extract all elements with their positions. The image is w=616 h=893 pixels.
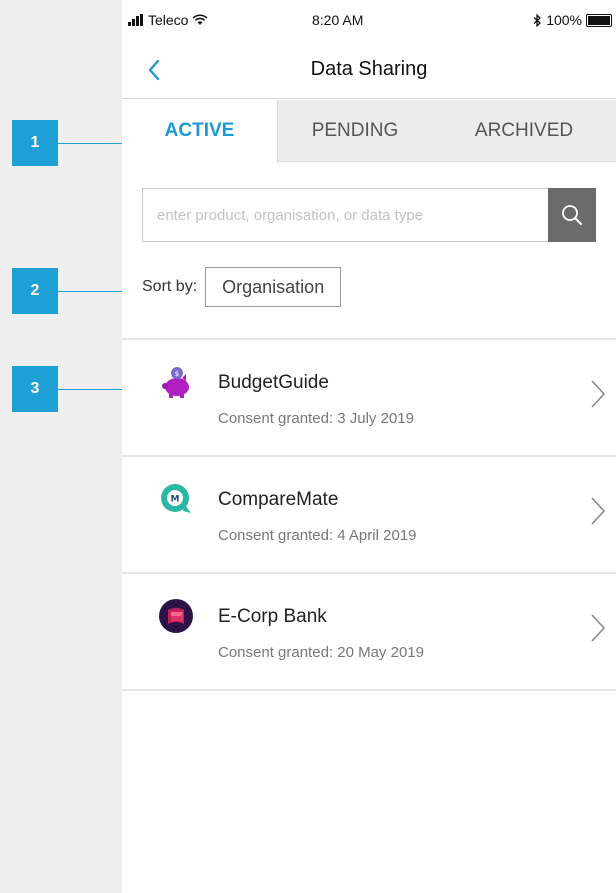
divider [122, 689, 616, 691]
status-time: 8:20 AM [312, 12, 364, 28]
tab-active[interactable]: ACTIVE [122, 100, 277, 162]
carrier-name: Teleco [148, 12, 189, 28]
bluetooth-icon [533, 13, 542, 27]
chevron-right-icon [591, 497, 606, 525]
search-input[interactable] [142, 188, 548, 242]
status-bar: Teleco 8:20 AM 100% [122, 0, 616, 40]
tab-bar: ACTIVE PENDING ARCHIVED [122, 100, 616, 162]
list-item-comparemate[interactable]: M CompareMate Consent granted: 4 April 2… [122, 457, 616, 572]
sort-label: Sort by: [142, 278, 198, 295]
page-title: Data Sharing [310, 58, 428, 80]
list-item-ecorp-bank[interactable]: E-Corp Bank Consent granted: 20 May 2019 [122, 574, 616, 689]
sort-dropdown[interactable]: Organisation [205, 267, 342, 307]
svg-text:M: M [171, 495, 180, 505]
list-item-budgetguide[interactable]: $ BudgetGuide Consent granted: 3 July 20… [122, 340, 616, 455]
item-consent-date: Consent granted: 4 April 2019 [218, 527, 417, 544]
wifi-icon [193, 14, 208, 25]
phone-screen: Teleco 8:20 AM 100% Data Sharing ACTIVE [122, 0, 616, 893]
callout-3: 3 [12, 366, 58, 412]
callout-1: 1 [12, 120, 58, 166]
signal-icon [128, 14, 144, 26]
status-left: Teleco [128, 12, 208, 28]
search-bar [142, 188, 596, 242]
battery-percent: 100% [546, 12, 582, 28]
item-consent-date: Consent granted: 20 May 2019 [218, 644, 424, 661]
navigation-bar: Data Sharing [122, 44, 616, 99]
piggy-bank-icon: $ [162, 367, 189, 398]
svg-text:$: $ [175, 370, 179, 378]
consent-list: $ BudgetGuide Consent granted: 3 July 20… [122, 338, 616, 691]
chevron-right-icon [591, 380, 606, 408]
item-name: E-Corp Bank [218, 606, 327, 627]
battery-icon [586, 13, 612, 27]
chevron-right-icon [591, 614, 606, 642]
search-button[interactable] [548, 188, 596, 242]
item-consent-date: Consent granted: 3 July 2019 [218, 410, 414, 427]
callout-2: 2 [12, 268, 58, 314]
status-right: 100% [533, 12, 612, 28]
tab-pending[interactable]: PENDING [277, 100, 432, 162]
comparemate-logo-icon: M [161, 484, 191, 513]
search-icon [562, 205, 582, 225]
item-name: CompareMate [218, 489, 339, 510]
sort-row: Sort by: Organisation [142, 266, 342, 308]
tab-archived[interactable]: ARCHIVED [432, 100, 616, 162]
ecorp-logo-icon [159, 599, 193, 633]
item-name: BudgetGuide [218, 372, 329, 393]
